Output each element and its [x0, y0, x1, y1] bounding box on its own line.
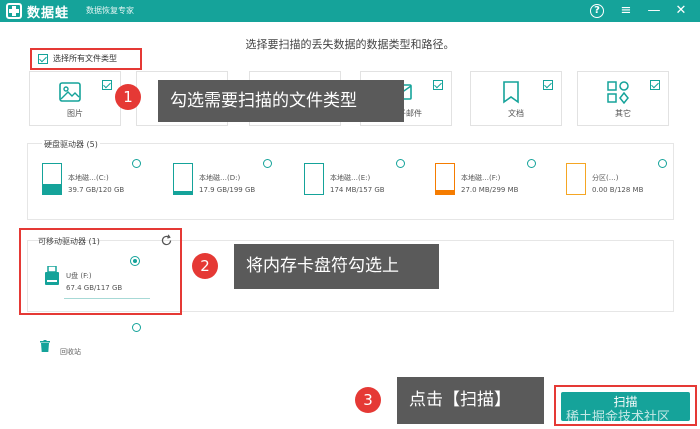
removable-title: 可移动驱动器 (1)	[38, 237, 100, 246]
callout-text-2: 将内存卡盘符勾选上	[234, 244, 439, 289]
drive-radio[interactable]	[263, 159, 272, 168]
drive-icon	[42, 163, 62, 195]
drive-name: 本地磁…(C:)	[68, 174, 109, 182]
callout-text-3: 点击【扫描】	[397, 377, 544, 424]
usb-drive-icon	[45, 266, 59, 285]
drive-size: 67.4 GB/117 GB	[66, 284, 123, 292]
file-type-label: 其它	[615, 109, 631, 118]
close-icon[interactable]: ✕	[672, 2, 690, 20]
drive-radio[interactable]	[527, 159, 536, 168]
file-type-card-document[interactable]: 文档	[470, 71, 562, 126]
drive-name: 本地磁…(F:)	[461, 174, 501, 182]
file-type-card-other[interactable]: 其它	[577, 71, 669, 126]
callout-number-3: 3	[355, 387, 381, 413]
other-icon	[607, 81, 629, 104]
file-type-checkbox[interactable]	[433, 80, 443, 90]
callout-number-2: 2	[192, 253, 218, 279]
recycle-bin-label: 回收站	[60, 348, 81, 356]
drive-icon	[173, 163, 193, 195]
drive-size: 39.7 GB/120 GB	[68, 186, 125, 194]
select-all-highlight: 选择所有文件类型	[30, 48, 142, 70]
drive-size: 0.00 B/128 MB	[592, 186, 644, 194]
file-type-checkbox[interactable]	[543, 80, 553, 90]
recycle-bin-radio[interactable]	[132, 323, 141, 332]
usb-drive-radio[interactable]	[130, 256, 140, 266]
help-icon[interactable]: ?	[590, 4, 604, 18]
drive-size: 17.9 GB/199 GB	[199, 186, 256, 194]
trash-icon	[40, 340, 50, 352]
drive-name: 本地磁…(E:)	[330, 174, 371, 182]
document-icon	[503, 81, 519, 104]
watermark: 稀土掘金技术社区	[566, 410, 671, 425]
callout-number-1: 1	[115, 84, 141, 110]
file-type-checkbox[interactable]	[102, 80, 112, 90]
drive-icon	[435, 163, 455, 195]
title-bar: 数据蛙 数据恢复专家 ? ≡ — ✕	[0, 0, 700, 22]
file-type-checkbox[interactable]	[650, 80, 660, 90]
drive-radio[interactable]	[396, 159, 405, 168]
drive-icon	[566, 163, 586, 195]
select-all-label: 选择所有文件类型	[53, 54, 117, 63]
refresh-icon[interactable]	[160, 234, 173, 247]
image-icon	[59, 82, 81, 102]
drive-size: 27.0 MB/299 MB	[461, 186, 519, 194]
app-subtitle: 数据恢复专家	[86, 6, 134, 15]
menu-icon[interactable]: ≡	[617, 2, 635, 20]
file-type-label: 文档	[508, 109, 524, 118]
drive-size: 174 MB/157 GB	[330, 186, 385, 194]
drive-name: 分区(…)	[592, 174, 619, 182]
drive-radio[interactable]	[132, 159, 141, 168]
drive-name: U盘 (F:)	[66, 272, 92, 280]
app-name: 数据蛙	[27, 6, 70, 21]
file-type-label: 图片	[67, 109, 83, 118]
select-all-checkbox[interactable]	[38, 54, 48, 64]
drive-radio[interactable]	[658, 159, 667, 168]
minimize-icon[interactable]: —	[645, 2, 663, 20]
hard-disk-title: 硬盘驱动器 (5)	[42, 139, 100, 150]
app-logo-icon	[6, 3, 22, 19]
callout-text-1: 勾选需要扫描的文件类型	[158, 80, 404, 122]
drive-icon	[304, 163, 324, 195]
file-type-card-image[interactable]: 图片	[29, 71, 121, 126]
usb-drive-bar	[64, 298, 150, 299]
drive-name: 本地磁…(D:)	[199, 174, 241, 182]
